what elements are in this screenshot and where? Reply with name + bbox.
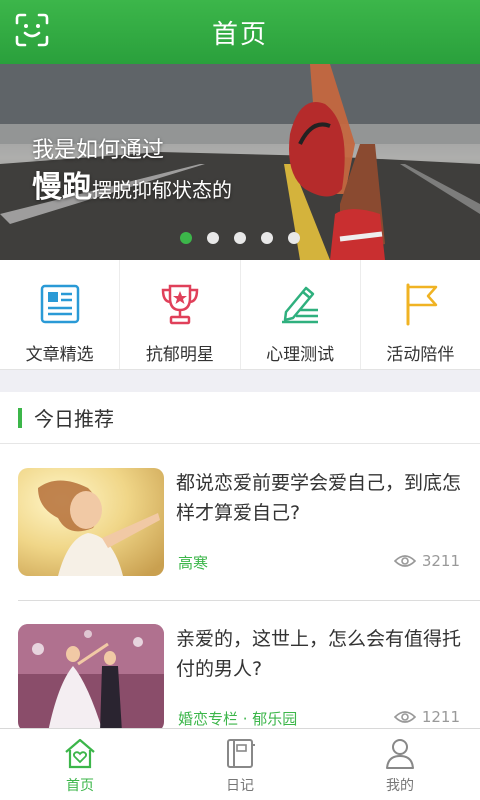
- view-count-value: 1211: [421, 708, 460, 726]
- article-title: 都说恋爱前要学会爱自己，到底怎样才算爱自己?: [176, 472, 462, 524]
- menu-label: 抗郁明星: [145, 345, 214, 365]
- banner-headline-emphasis: 慢跑: [32, 170, 92, 205]
- banner-headline-1: 我是如何通过: [32, 138, 165, 163]
- article-thumbnail: [18, 624, 164, 732]
- article-title: 亲爱的，这世上，怎么会有值得托付的男人?: [176, 628, 462, 680]
- tab-label: 日记: [226, 778, 254, 794]
- app-header: 首页: [0, 0, 480, 64]
- tab-diary[interactable]: 日记: [160, 729, 320, 800]
- view-count-value: 3211: [421, 552, 460, 570]
- pencil-test-icon: [282, 286, 319, 324]
- view-count: 1211: [393, 708, 460, 726]
- section-title: 今日推荐: [34, 407, 114, 431]
- article-thumbnail: [18, 468, 164, 576]
- section-header: 今日推荐: [0, 392, 480, 444]
- carousel-dot[interactable]: [288, 232, 300, 244]
- banner-headline-2: 慢跑摆脱抑郁状态的: [32, 162, 232, 206]
- menu-label: 文章精选: [25, 345, 94, 365]
- trophy-icon: [161, 284, 199, 325]
- menu-anti-depression-stars[interactable]: 抗郁明星: [120, 260, 241, 369]
- carousel-dot[interactable]: [234, 232, 246, 244]
- menu-article-selection[interactable]: 文章精选: [0, 260, 121, 369]
- eye-icon: [393, 555, 416, 567]
- tab-label: 首页: [66, 778, 94, 794]
- tab-home[interactable]: 首页: [0, 729, 160, 800]
- home-heart-icon: [65, 738, 95, 769]
- carousel-dot[interactable]: [180, 232, 192, 244]
- face-scan-icon[interactable]: [14, 12, 50, 48]
- view-count: 3211: [393, 552, 460, 570]
- menu-label: 活动陪伴: [386, 345, 455, 365]
- diary-icon: [227, 739, 255, 768]
- tab-profile[interactable]: 我的: [320, 729, 480, 800]
- article-source[interactable]: 高寒: [178, 552, 208, 573]
- section-accent-bar: [18, 407, 22, 428]
- menu-activity-companion[interactable]: 活动陪伴: [361, 260, 480, 369]
- carousel-dot[interactable]: [207, 232, 219, 244]
- banner-carousel[interactable]: 我是如何通过 慢跑摆脱抑郁状态的: [0, 64, 480, 260]
- banner-headline-rest: 摆脱抑郁状态的: [92, 178, 232, 202]
- menu-label: 心理测试: [266, 345, 335, 365]
- eye-icon: [393, 711, 416, 723]
- tab-label: 我的: [386, 778, 414, 794]
- page-title: 首页: [211, 19, 268, 50]
- article-icon: [40, 284, 79, 324]
- carousel-dot[interactable]: [261, 232, 273, 244]
- carousel-indicator: [0, 232, 480, 244]
- article-item[interactable]: 都说恋爱前要学会爱自己，到底怎样才算爱自己? 高寒 3211: [0, 468, 480, 598]
- bottom-tab-bar: 首页 日记 我的: [0, 728, 480, 800]
- list-divider: [18, 600, 480, 601]
- article-source[interactable]: 婚恋专栏 · 郁乐园: [178, 708, 297, 729]
- flag-icon: [406, 283, 438, 326]
- menu-psych-test[interactable]: 心理测试: [241, 260, 361, 369]
- profile-icon: [386, 739, 414, 769]
- quick-menu: 文章精选 抗郁明星 心理测试 活动陪伴: [0, 260, 480, 370]
